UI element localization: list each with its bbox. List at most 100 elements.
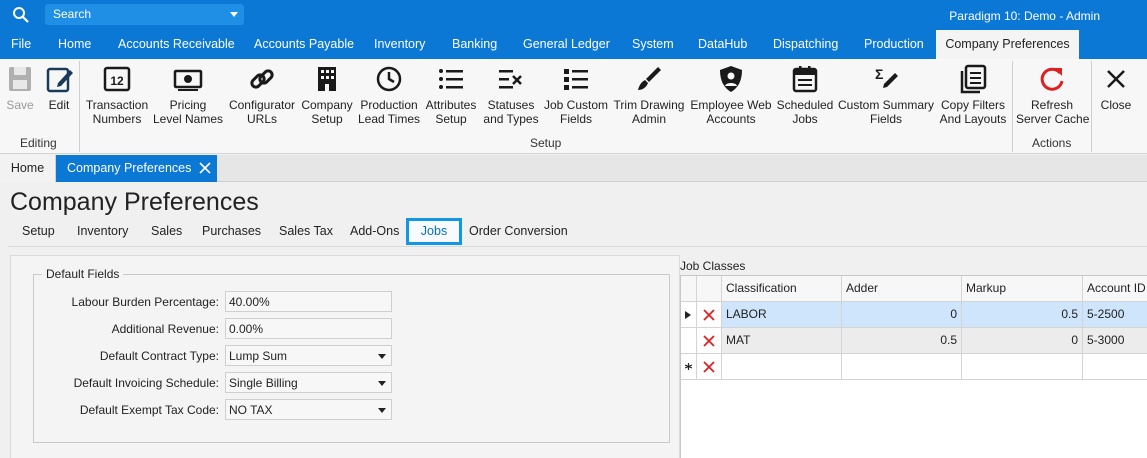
doctab-company-preferences-label: Company Preferences <box>67 161 192 175</box>
checklist-icon <box>564 69 588 90</box>
exempt-tax-code-value: NO TAX <box>229 403 273 417</box>
attributes-setup-label: Attributes Setup <box>425 98 477 126</box>
paint-brush-icon <box>638 67 661 90</box>
menu-system[interactable]: System <box>632 30 674 59</box>
title-bar: Search Paradigm 10: Demo - Admin <box>0 0 1147 30</box>
menu-home[interactable]: Home <box>58 30 91 59</box>
close-tab-icon[interactable] <box>199 155 211 182</box>
user-shield-icon <box>720 66 742 92</box>
close-icon <box>1107 70 1125 88</box>
tab-order-conversion[interactable]: Order Conversion <box>469 218 568 245</box>
row-indicator-header <box>681 276 697 302</box>
column-header-classification[interactable]: Classification <box>722 276 842 302</box>
field-row-exempt-tax-code: Default Exempt Tax Code: NO TAX <box>34 399 671 421</box>
document-tabs: Home Company Preferences <box>0 155 1147 182</box>
group-divider <box>1091 61 1092 152</box>
new-row-asterisk-icon <box>685 363 692 370</box>
scheduled-jobs-button[interactable]: Scheduled Jobs <box>775 63 835 133</box>
production-lead-times-button[interactable]: Production Lead Times <box>357 63 421 133</box>
delete-x-icon <box>703 361 715 373</box>
column-header-adder[interactable]: Adder <box>842 276 962 302</box>
search-icon[interactable] <box>12 6 30 24</box>
cell-classification[interactable]: LABOR <box>722 302 842 328</box>
custom-summary-fields-button[interactable]: Σ Custom Summary Fields <box>837 63 935 133</box>
cell-classification[interactable]: MAT <box>722 328 842 354</box>
menu-general-ledger[interactable]: General Ledger <box>523 30 610 59</box>
app-title: Paradigm 10: Demo - Admin <box>949 9 1100 23</box>
chevron-down-icon <box>230 12 238 17</box>
editing-group-label: Editing <box>20 136 57 150</box>
menu-company-preferences[interactable]: Company Preferences <box>936 30 1079 59</box>
search-input[interactable]: Search <box>45 4 244 25</box>
additional-revenue-input[interactable]: 0.00% <box>225 318 392 339</box>
company-setup-button[interactable]: Company Setup <box>299 63 355 133</box>
doctab-company-preferences[interactable]: Company Preferences <box>56 155 217 182</box>
svg-text:Σ: Σ <box>875 66 883 82</box>
delete-row-button[interactable] <box>697 328 722 354</box>
doctab-home[interactable]: Home <box>0 155 56 182</box>
chevron-down-icon <box>378 408 386 413</box>
new-cell-markup[interactable] <box>962 354 1083 380</box>
menu-file[interactable]: File <box>11 30 31 59</box>
custom-summary-fields-label: Custom Summary Fields <box>837 98 935 126</box>
refresh-server-cache-button[interactable]: Refresh Server Cache <box>1016 63 1090 133</box>
chevron-down-icon <box>378 381 386 386</box>
scheduled-jobs-label: Scheduled Jobs <box>776 98 834 126</box>
column-header-account-id[interactable]: Account ID <box>1083 276 1147 302</box>
save-button[interactable]: Save <box>4 63 36 133</box>
menu-accounts-payable[interactable]: Accounts Payable <box>254 30 354 59</box>
tab-purchases[interactable]: Purchases <box>202 218 261 245</box>
field-label: Default Invoicing Schedule: <box>73 376 219 390</box>
cell-adder[interactable]: 0 <box>842 302 962 328</box>
tab-setup[interactable]: Setup <box>22 218 55 245</box>
close-button[interactable]: Close <box>1097 63 1135 133</box>
menu-production[interactable]: Production <box>864 30 924 59</box>
menu-accounts-receivable[interactable]: Accounts Receivable <box>118 30 235 59</box>
job-custom-fields-button[interactable]: Job Custom Fields <box>542 63 610 133</box>
numbers-icon: 12 <box>103 66 131 92</box>
delete-row-button[interactable] <box>697 354 722 380</box>
building-icon <box>318 67 336 91</box>
menu-banking[interactable]: Banking <box>452 30 497 59</box>
tab-add-ons[interactable]: Add-Ons <box>350 218 399 245</box>
cell-markup[interactable]: 0.5 <box>962 302 1083 328</box>
cell-markup[interactable]: 0 <box>962 328 1083 354</box>
trim-drawing-admin-label: Trim Drawing Admin <box>613 98 685 126</box>
cell-adder[interactable]: 0.5 <box>842 328 962 354</box>
tab-sales[interactable]: Sales <box>151 218 182 245</box>
menu-datahub[interactable]: DataHub <box>698 30 747 59</box>
cell-account-id[interactable]: 5-3000 <box>1083 328 1147 354</box>
field-label: Additional Revenue: <box>111 322 219 336</box>
floppy-disk-icon <box>9 67 31 91</box>
cell-account-id[interactable]: 5-2500 <box>1083 302 1147 328</box>
statuses-and-types-button[interactable]: Statuses and Types <box>482 63 540 133</box>
copy-filters-and-layouts-button[interactable]: Copy Filters And Layouts <box>937 63 1009 133</box>
employee-web-accounts-button[interactable]: Employee Web Accounts <box>689 63 773 133</box>
employee-web-accounts-label: Employee Web Accounts <box>690 98 772 126</box>
job-custom-fields-label: Job Custom Fields <box>543 98 609 126</box>
sigma-edit-icon: Σ <box>875 66 898 88</box>
transaction-numbers-button[interactable]: 12 Transaction Numbers <box>84 63 150 133</box>
delete-row-button[interactable] <box>697 302 722 328</box>
pricing-level-names-button[interactable]: Pricing Level Names <box>152 63 224 133</box>
money-icon <box>173 69 203 91</box>
configurator-urls-button[interactable]: Configurator URLs <box>226 63 298 133</box>
trim-drawing-admin-button[interactable]: Trim Drawing Admin <box>612 63 686 133</box>
tab-inventory[interactable]: Inventory <box>77 218 128 245</box>
column-header-markup[interactable]: Markup <box>962 276 1083 302</box>
tab-sales-tax[interactable]: Sales Tax <box>279 218 333 245</box>
menu-inventory[interactable]: Inventory <box>374 30 425 59</box>
labour-burden-input[interactable]: 40.00% <box>225 291 392 312</box>
new-cell-adder[interactable] <box>842 354 962 380</box>
refresh-server-cache-label: Refresh Server Cache <box>1016 98 1090 126</box>
invoicing-schedule-select[interactable]: Single Billing <box>225 372 392 393</box>
edit-button[interactable]: Edit <box>42 63 76 133</box>
exempt-tax-code-select[interactable]: NO TAX <box>225 399 392 420</box>
tab-jobs[interactable]: Jobs <box>406 218 462 245</box>
contract-type-select[interactable]: Lump Sum <box>225 345 392 366</box>
new-cell-classification[interactable] <box>722 354 842 380</box>
new-cell-account-id[interactable] <box>1083 354 1147 380</box>
menu-dispatching[interactable]: Dispatching <box>773 30 838 59</box>
attributes-setup-button[interactable]: Attributes Setup <box>423 63 479 133</box>
list-check-icon <box>499 70 522 89</box>
